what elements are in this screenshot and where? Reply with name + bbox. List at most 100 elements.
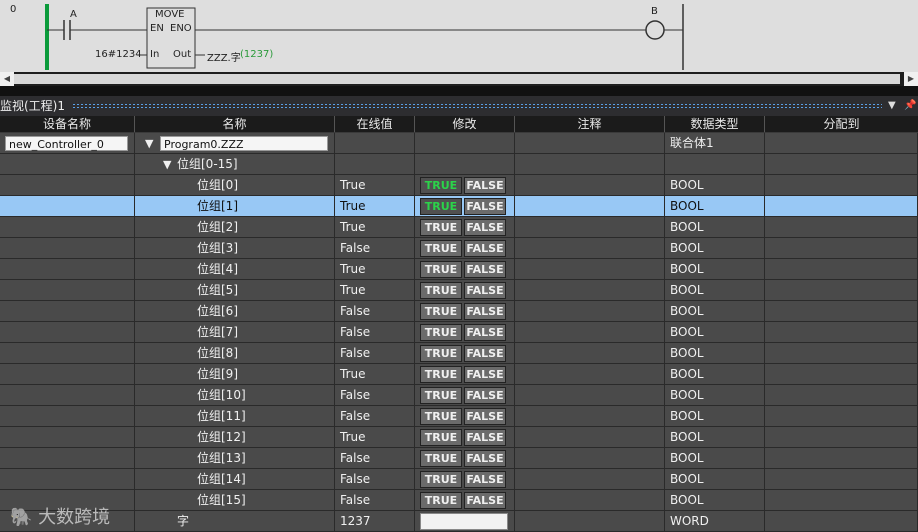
modify-value-input[interactable] [420,513,508,530]
false-button[interactable]: FALSE [464,387,506,404]
col-modify[interactable]: 修改 [415,116,515,132]
table-row[interactable]: 位组[8] False TRUE FALSE BOOL [0,343,918,364]
table-row[interactable]: 位组[5] True TRUE FALSE BOOL [0,280,918,301]
col-online-value[interactable]: 在线值 [335,116,415,132]
online-value-cell: True [340,367,366,381]
table-row[interactable]: new_Controller_0 ▼ Program0.ZZZ 联合体1 [0,133,918,154]
datatype-cell: BOOL [670,388,704,402]
table-row[interactable]: 位组[9] True TRUE FALSE BOOL [0,364,918,385]
datatype-cell: BOOL [670,451,704,465]
table-row[interactable]: 位组[0] True TRUE FALSE BOOL [0,175,918,196]
name-cell: 位组[13] [197,451,246,465]
table-row[interactable]: 位组[12] True TRUE FALSE BOOL [0,427,918,448]
false-button[interactable]: FALSE [464,219,506,236]
out-variable[interactable]: ZZZ.字 [207,49,241,64]
true-button[interactable]: TRUE [420,198,462,215]
true-button[interactable]: TRUE [420,261,462,278]
true-button[interactable]: TRUE [420,471,462,488]
in-value[interactable]: 16#1234 [95,49,142,60]
false-button[interactable]: FALSE [464,261,506,278]
contact-label[interactable]: A [70,9,77,20]
ladder-diagram [45,4,684,70]
false-button[interactable]: FALSE [464,408,506,425]
true-button[interactable]: TRUE [420,282,462,299]
col-name[interactable]: 名称 [135,116,335,132]
table-row[interactable]: 位组[13] False TRUE FALSE BOOL [0,448,918,469]
name-cell: 位组[9] [197,367,238,381]
false-button[interactable]: FALSE [464,492,506,509]
false-button[interactable]: FALSE [464,177,506,194]
scrollbar-thumb[interactable] [14,74,900,84]
name-cell: 位组[12] [197,430,246,444]
datatype-cell: 联合体1 [670,136,714,150]
table-row[interactable]: 位组[2] True TRUE FALSE BOOL [0,217,918,238]
pane-divider[interactable] [0,86,918,96]
col-device[interactable]: 设备名称 [0,116,135,132]
true-button[interactable]: TRUE [420,429,462,446]
horizontal-scrollbar[interactable]: ◀ ▶ [0,72,918,86]
table-row[interactable]: 位组[1] True TRUE FALSE BOOL [0,196,918,217]
expand-triangle-icon[interactable]: ▼ [145,133,153,153]
table-row[interactable]: ▼ 位组[0-15] [0,154,918,175]
online-value-cell: False [340,325,371,339]
datatype-cell: BOOL [670,493,704,507]
pin-icon[interactable]: 📌 [904,96,916,116]
false-button[interactable]: FALSE [464,303,506,320]
ladder-editor[interactable]: 0 A MOVE EN ENO In Out 16#1234 ZZZ.字 (12… [0,0,918,72]
datatype-cell: BOOL [670,220,704,234]
false-button[interactable]: FALSE [464,429,506,446]
scroll-right-icon[interactable]: ▶ [904,72,918,86]
table-row[interactable]: 位组[11] False TRUE FALSE BOOL [0,406,918,427]
name-cell: 位组[3] [197,241,238,255]
true-button[interactable]: TRUE [420,345,462,362]
true-button[interactable]: TRUE [420,240,462,257]
true-button[interactable]: TRUE [420,303,462,320]
table-row[interactable]: 位组[14] False TRUE FALSE BOOL [0,469,918,490]
col-comment[interactable]: 注释 [515,116,665,132]
true-button[interactable]: TRUE [420,408,462,425]
false-button[interactable]: FALSE [464,450,506,467]
col-assigned[interactable]: 分配到 [765,116,918,132]
false-button[interactable]: FALSE [464,345,506,362]
rung-number: 0 [10,4,17,15]
col-datatype[interactable]: 数据类型 [665,116,765,132]
false-button[interactable]: FALSE [464,471,506,488]
true-button[interactable]: TRUE [420,366,462,383]
watermark-logo-icon: 🐘 [10,507,33,528]
online-value-cell: True [340,178,366,192]
online-value-cell: False [340,388,371,402]
table-row[interactable]: 位组[3] False TRUE FALSE BOOL [0,238,918,259]
scroll-left-icon[interactable]: ◀ [0,72,14,86]
true-button[interactable]: TRUE [420,387,462,404]
expand-triangle-icon[interactable]: ▼ [163,154,171,174]
table-row[interactable]: 位组[4] True TRUE FALSE BOOL [0,259,918,280]
false-button[interactable]: FALSE [464,366,506,383]
name-field[interactable]: Program0.ZZZ [160,136,328,151]
false-button[interactable]: FALSE [464,282,506,299]
false-button[interactable]: FALSE [464,198,506,215]
true-button[interactable]: TRUE [420,177,462,194]
name-cell: 位组[8] [197,346,238,360]
false-button[interactable]: FALSE [464,240,506,257]
false-button[interactable]: FALSE [464,324,506,341]
true-button[interactable]: TRUE [420,324,462,341]
true-button[interactable]: TRUE [420,219,462,236]
coil-label[interactable]: B [651,6,658,17]
true-button[interactable]: TRUE [420,450,462,467]
monitor-titlebar[interactable]: 监视(工程)1 ▼ 📌 [0,96,918,116]
triangle-down-icon[interactable]: ▼ [888,96,896,116]
name-cell: 位组[0] [197,178,238,192]
table-row[interactable]: 位组[15] False TRUE FALSE BOOL [0,490,918,511]
table-row[interactable]: 位组[10] False TRUE FALSE BOOL [0,385,918,406]
table-row[interactable]: 字 1237 WORD [0,511,918,532]
datatype-cell: BOOL [670,430,704,444]
eno-label: ENO [170,23,192,34]
device-field[interactable]: new_Controller_0 [5,136,128,151]
name-cell: 位组[2] [197,220,238,234]
true-button[interactable]: TRUE [420,492,462,509]
table-row[interactable]: 位组[7] False TRUE FALSE BOOL [0,322,918,343]
table-row[interactable]: 位组[6] False TRUE FALSE BOOL [0,301,918,322]
datatype-cell: BOOL [670,304,704,318]
datatype-cell: BOOL [670,199,704,213]
online-value-cell: False [340,346,371,360]
